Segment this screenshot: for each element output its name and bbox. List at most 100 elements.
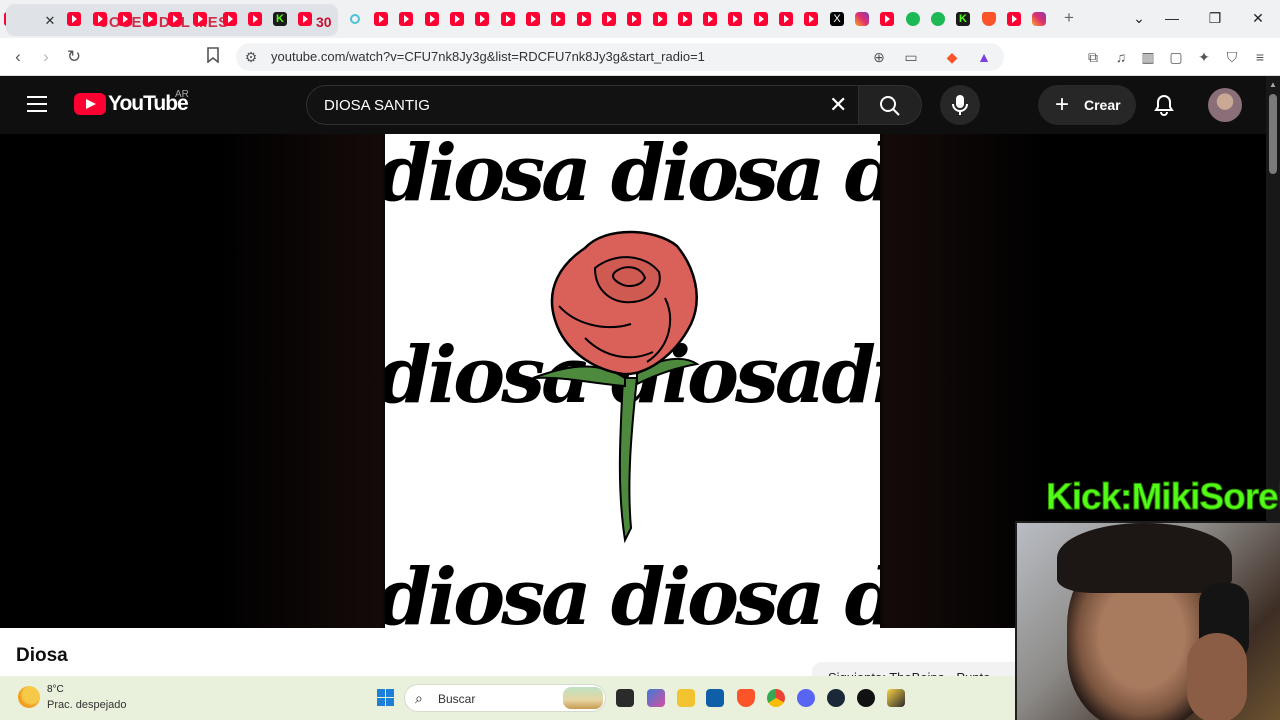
youtube-tab-icon[interactable] [374, 12, 388, 26]
menu-icon[interactable]: ≡ [1250, 47, 1270, 67]
youtube-tab-icon[interactable] [298, 12, 312, 26]
chrome-app-icon[interactable] [767, 689, 785, 707]
rose-illustration [532, 230, 700, 544]
clear-search-icon[interactable]: ✕ [829, 92, 847, 118]
loading-tab-icon[interactable] [350, 14, 360, 24]
windows-start-icon[interactable] [377, 689, 394, 706]
youtube-tab-icon[interactable] [602, 12, 616, 26]
zoom-icon[interactable]: ⊕ [870, 48, 888, 66]
guide-menu-icon[interactable] [27, 96, 47, 112]
youtube-logo-icon[interactable] [74, 93, 106, 115]
youtube-tab-icon[interactable] [93, 12, 107, 26]
youtube-tab-icon[interactable] [118, 12, 132, 26]
youtube-tab-icon[interactable] [551, 12, 565, 26]
forward-button[interactable]: › [36, 47, 56, 67]
steam-app-icon[interactable] [827, 689, 845, 707]
youtube-tab-icon[interactable] [653, 12, 667, 26]
search-query[interactable]: DIOSA SANTIG [324, 97, 430, 114]
youtube-tab-icon[interactable] [501, 12, 515, 26]
youtube-tab-icon[interactable] [1007, 12, 1021, 26]
kick-tab-icon[interactable]: K [956, 12, 970, 26]
active-tab-number: 30 [316, 14, 332, 30]
plus-icon: + [1055, 91, 1070, 118]
create-button[interactable]: + Crear [1038, 85, 1136, 125]
close-window-button[interactable]: ✕ [1249, 10, 1267, 27]
youtube-tab-icon[interactable] [450, 12, 464, 26]
youtube-header: YouTube AR DIOSA SANTIG ✕ + Crear [0, 76, 1266, 134]
discord-app-icon[interactable] [797, 689, 815, 707]
instagram-tab-icon[interactable] [1032, 12, 1046, 26]
youtube-tab-icon[interactable] [193, 12, 207, 26]
spotify-tab-icon[interactable] [931, 12, 945, 26]
brave-app-icon[interactable] [737, 689, 755, 707]
reload-button[interactable]: ↻ [64, 47, 84, 67]
app-icon[interactable] [887, 689, 905, 707]
youtube-tab-icon[interactable] [627, 12, 641, 26]
brave-shields-icon[interactable]: ◆ [943, 48, 961, 66]
voice-search-button[interactable] [940, 85, 980, 125]
tab-search-chevron-icon[interactable]: ⌄ [1130, 10, 1148, 27]
thumbnail-text-row: diosa diosa diosa [385, 134, 880, 219]
weather-temperature[interactable]: 8°C [47, 684, 64, 695]
widgets-app-icon[interactable] [647, 689, 665, 707]
store-app-icon[interactable] [706, 689, 724, 707]
taskbar-search-input[interactable]: ⌕ Buscar [404, 684, 606, 712]
brave-tab-icon[interactable] [982, 12, 996, 26]
notifications-bell-icon[interactable] [1152, 93, 1176, 117]
search-input[interactable]: DIOSA SANTIG ✕ [306, 85, 866, 125]
youtube-tab-icon[interactable] [475, 12, 489, 26]
url-text[interactable]: youtube.com/watch?v=CFU7nk8Jy3g&list=RDC… [271, 49, 705, 64]
youtube-tab-icon[interactable] [754, 12, 768, 26]
weather-sun-icon[interactable] [18, 686, 40, 708]
sidebar-icon[interactable]: ▥ [1138, 47, 1158, 67]
obs-app-icon[interactable] [857, 689, 875, 707]
youtube-tab-icon[interactable] [526, 12, 540, 26]
file-explorer-icon[interactable] [677, 689, 695, 707]
youtube-tab-icon[interactable] [168, 12, 182, 26]
wallet-icon[interactable]: ▢ [1166, 47, 1186, 67]
youtube-tab-icon[interactable] [223, 12, 237, 26]
video-thumbnail[interactable]: diosa diosa diosa diosa diosadiosa diosa… [385, 134, 880, 628]
close-tab-icon[interactable]: ✕ [43, 14, 57, 28]
youtube-tab-icon[interactable] [143, 12, 157, 26]
x-tab-icon[interactable]: X [830, 12, 844, 26]
account-avatar[interactable] [1208, 88, 1242, 122]
youtube-tab-icon[interactable] [728, 12, 742, 26]
brave-rewards-icon[interactable]: ▲ [975, 48, 993, 66]
youtube-tab-icon[interactable] [425, 12, 439, 26]
kick-tab-icon[interactable]: K [273, 12, 287, 26]
minimize-button[interactable]: — [1163, 10, 1181, 26]
streamer-hand [1187, 633, 1247, 720]
task-view-icon[interactable] [616, 689, 634, 707]
weather-description[interactable]: Prac. despejado [47, 699, 127, 711]
leo-ai-icon[interactable]: ✦ [1194, 47, 1214, 67]
extensions-icon[interactable]: ⧉ [1083, 47, 1103, 67]
youtube-tab-icon[interactable] [67, 12, 81, 26]
kick-channel-overlay: Kick:MikiSorel [1046, 476, 1280, 518]
scroll-up-arrow-icon[interactable]: ▲ [1269, 80, 1277, 89]
back-button[interactable]: ‹ [8, 47, 28, 67]
bookmark-icon[interactable] [203, 47, 223, 67]
scrollbar-thumb[interactable] [1269, 94, 1277, 174]
youtube-tab-icon[interactable] [703, 12, 717, 26]
youtube-tab-icon[interactable] [577, 12, 591, 26]
webcam-overlay [1015, 521, 1280, 720]
vpn-icon[interactable]: ⛉ [1222, 47, 1242, 67]
youtube-tab-icon[interactable] [804, 12, 818, 26]
address-bar[interactable]: ⚙ youtube.com/watch?v=CFU7nk8Jy3g&list=R… [236, 43, 1004, 71]
youtube-tab-icon[interactable] [399, 12, 413, 26]
new-tab-button[interactable]: + [1060, 8, 1078, 28]
youtube-tab-icon[interactable] [880, 12, 894, 26]
spotify-tab-icon[interactable] [906, 12, 920, 26]
youtube-tab-icon[interactable] [779, 12, 793, 26]
cast-icon[interactable]: ▭ [902, 48, 920, 66]
microphone-icon [952, 95, 968, 115]
site-settings-icon[interactable]: ⚙ [242, 48, 260, 66]
search-button[interactable] [858, 85, 922, 125]
browser-tab-strip: ✕ JOSEO DEL MES 30 K X K + ⌄ — ❐ ✕ [0, 0, 1280, 38]
restore-button[interactable]: ❐ [1206, 10, 1224, 27]
youtube-tab-icon[interactable] [248, 12, 262, 26]
instagram-tab-icon[interactable] [855, 12, 869, 26]
media-icon[interactable]: ♫ [1111, 47, 1131, 67]
youtube-tab-icon[interactable] [678, 12, 692, 26]
